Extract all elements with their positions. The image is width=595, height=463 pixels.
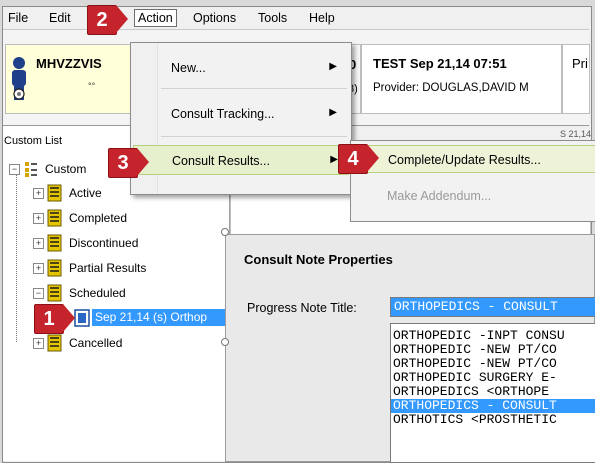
date-hint: S 21,14 [560, 129, 592, 139]
callout-arrow-icon [63, 304, 75, 332]
callout-arrow-icon [367, 144, 379, 172]
menu-item-make-addendum[interactable]: Make Addendum... [353, 182, 595, 208]
primary-care-box[interactable] [562, 44, 590, 114]
consult-note-properties-dialog: Consult Note Properties Progress Note Ti… [225, 234, 595, 463]
tree-root-label: Custom [45, 162, 87, 176]
consult-folder-icon [47, 234, 62, 252]
menu-options[interactable]: Options [193, 11, 236, 25]
tree-group-scheduled[interactable]: − Scheduled [33, 284, 183, 304]
tree-group-cancelled[interactable]: + Cancelled [33, 334, 183, 354]
consult-folder-icon [47, 259, 62, 277]
menu-item-consult-results[interactable]: Consult Results... ▶ [133, 145, 349, 175]
menu-action[interactable]: Action [134, 9, 177, 27]
menu-item-label: Complete/Update Results... [388, 153, 541, 167]
menu-help[interactable]: Help [309, 11, 335, 25]
list-item[interactable]: ORTHOPEDICS <ORTHOPE [393, 385, 549, 399]
expand-icon[interactable]: + [33, 263, 44, 274]
expand-icon[interactable]: + [33, 213, 44, 224]
tree-group-label: Discontinued [69, 236, 139, 250]
progress-note-title-input[interactable]: ORTHOPEDICS - CONSULT [390, 297, 595, 317]
consult-results-submenu: Complete/Update Results... Make Addendum… [350, 140, 595, 222]
custom-list-icon [25, 162, 37, 177]
menu-separator [161, 88, 347, 89]
tree-group-partial-results[interactable]: + Partial Results [33, 259, 183, 279]
list-item[interactable]: ORTHOPEDIC -NEW PT/CO [393, 357, 557, 371]
callout-arrow-icon [116, 5, 128, 33]
tree-group-label: Completed [69, 211, 128, 225]
menu-item-label: New... [171, 61, 206, 75]
submenu-arrow-icon: ▶ [330, 154, 338, 165]
callout-arrow-icon [137, 148, 149, 176]
primary-care-label: Pri [572, 56, 588, 71]
tree-header: Custom List [4, 135, 63, 147]
collapse-icon[interactable]: − [33, 288, 44, 299]
progress-note-title-label: Progress Note Title: [247, 301, 357, 315]
consult-folder-icon [47, 284, 62, 302]
consult-document-icon [74, 309, 90, 327]
list-item-selected[interactable]: ORTHOPEDICS - CONSULT [391, 399, 595, 413]
menu-tools[interactable]: Tools [258, 11, 287, 25]
consult-folder-icon [47, 209, 62, 227]
note-title-list[interactable]: ORTHOPEDIC -INPT CONSU ORTHOPEDIC -NEW P… [390, 323, 595, 463]
progress-note-title-value: ORTHOPEDICS - CONSULT [394, 299, 558, 314]
menu-item-consult-tracking[interactable]: Consult Tracking... ▶ [133, 99, 347, 127]
submenu-arrow-icon: ▶ [329, 107, 337, 118]
menu-separator [161, 136, 347, 137]
tree-group-discontinued[interactable]: + Discontinued [33, 234, 183, 254]
callout-badge-4: 4 [338, 144, 368, 174]
list-item[interactable]: ORTHOPEDIC SURGERY E- [393, 371, 557, 385]
menu-item-label: Consult Tracking... [171, 107, 275, 121]
resize-grip-icon[interactable] [221, 338, 229, 346]
note-title: TEST Sep 21,14 07:51 [373, 56, 507, 71]
action-menu: New... ▶ Consult Tracking... ▶ Consult R… [130, 42, 352, 195]
patient-name: MHVZZVIS [36, 56, 102, 71]
tree-guide-line [16, 168, 17, 342]
list-item[interactable]: ORTHOPEDIC -NEW PT/CO [393, 343, 557, 357]
tree-group-label: Cancelled [69, 336, 123, 350]
patient-icon [12, 57, 26, 100]
consult-folder-icon [47, 184, 62, 202]
menu-item-new[interactable]: New... ▶ [133, 53, 347, 81]
tree-group-label: Active [69, 186, 102, 200]
expand-icon[interactable]: + [33, 238, 44, 249]
collapse-icon[interactable]: − [9, 164, 20, 175]
expand-icon[interactable]: + [33, 188, 44, 199]
tree-group-label: Scheduled [69, 286, 126, 300]
tree-group-label: Partial Results [69, 261, 147, 275]
dialog-title: Consult Note Properties [244, 252, 393, 267]
note-header-box[interactable] [361, 44, 562, 114]
menu-item-complete-update-results[interactable]: Complete/Update Results... [353, 145, 595, 173]
consult-folder-icon [47, 334, 62, 352]
list-item[interactable]: ORTHOPEDIC -INPT CONSU [393, 329, 565, 343]
menu-edit[interactable]: Edit [49, 11, 71, 25]
callout-badge-1: 1 [34, 304, 64, 334]
callout-badge-3: 3 [108, 148, 138, 178]
menu-item-label: Make Addendum... [387, 189, 492, 203]
expand-icon[interactable]: + [33, 338, 44, 349]
note-provider: Provider: DOUGLAS,DAVID M [373, 82, 529, 94]
resize-grip-icon[interactable] [221, 228, 229, 236]
tree-group-completed[interactable]: + Completed [33, 209, 173, 229]
callout-badge-2: 2 [87, 5, 117, 35]
list-item[interactable]: ORTHOTICS <PROSTHETIC [393, 413, 557, 427]
patient-subtext: °° [88, 81, 96, 91]
consult-item-label: Sep 21,14 (s) Orthop [95, 310, 208, 324]
submenu-arrow-icon: ▶ [329, 61, 337, 72]
menu-item-label: Consult Results... [172, 154, 270, 168]
tree-item-selected-consult[interactable]: Sep 21,14 (s) Orthop [92, 309, 226, 326]
menu-file[interactable]: File [8, 11, 28, 25]
